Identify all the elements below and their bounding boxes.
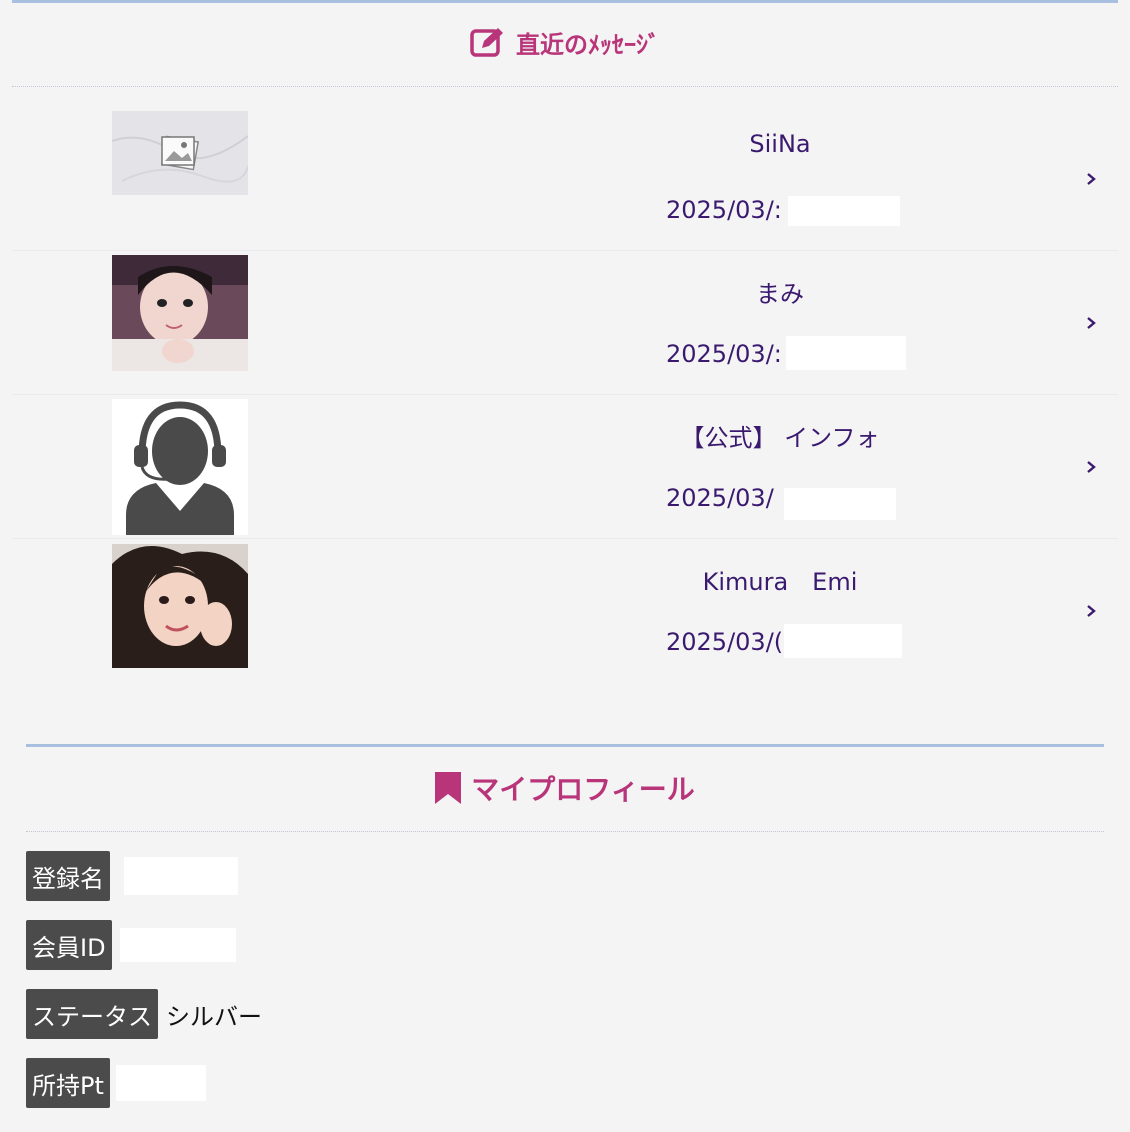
profile-field-status: ステータス シルバー [26,989,262,1039]
bookmark-icon [435,772,462,804]
header-dotted-rule [26,831,1104,832]
user-photo-image [112,544,248,668]
message-date: 2025/03/ [666,484,774,512]
redacted-mask [784,488,896,520]
redacted-mask [786,336,906,370]
avatar [112,399,248,535]
chevron-right-icon [1087,461,1096,473]
redacted-value [115,1065,206,1101]
redacted-value [119,928,236,962]
user-photo-image [112,255,248,371]
field-label: 登録名 [26,851,110,901]
message-sender-name: SiiNa [749,130,811,158]
redacted-mask [784,624,902,658]
chevron-right-icon [1087,173,1096,185]
header-dotted-rule [12,86,1118,87]
my-profile-title: マイプロフィール [471,773,695,806]
section-divider [26,744,1104,747]
message-date: 2025/03/: [666,340,782,368]
my-profile-header: マイプロフィール [26,768,1104,808]
message-sender-name: 【公式】 インフォ [680,424,880,452]
field-label: ステータス [26,989,158,1039]
message-date: 2025/03/: [666,196,782,224]
profile-field-member-id: 会員ID [26,920,236,970]
image-placeholder-icon [112,111,248,195]
recent-messages-title: 直近のﾒｯｾｰｼﾞ [516,30,660,59]
section-top-divider [12,0,1118,3]
chevron-right-icon [1087,605,1096,617]
support-operator-icon [112,399,248,535]
avatar [112,544,248,668]
edit-note-icon [470,28,503,57]
field-label: 所持Pt [26,1058,110,1108]
recent-messages-header: 直近のﾒｯｾｰｼﾞ [12,22,1118,62]
redacted-value [124,857,238,895]
message-row[interactable]: SiiNa 2025/03/: [12,106,1118,251]
message-row[interactable]: Kimura Emi 2025/03/( [12,538,1118,682]
redacted-mask [788,196,900,226]
message-sender-name: Kimura Emi [702,568,858,596]
avatar [112,255,248,371]
field-label: 会員ID [26,920,112,970]
message-sender-name: まみ [756,280,804,308]
message-date: 2025/03/( [666,628,784,656]
profile-field-points: 所持Pt [26,1058,206,1108]
message-row[interactable]: まみ 2025/03/: [12,250,1118,395]
avatar [112,111,248,195]
message-row[interactable]: 【公式】 インフォ 2025/03/ [12,394,1118,539]
status-value: シルバー [166,1002,262,1031]
profile-field-registered-name: 登録名 [26,851,238,901]
chevron-right-icon [1087,317,1096,329]
